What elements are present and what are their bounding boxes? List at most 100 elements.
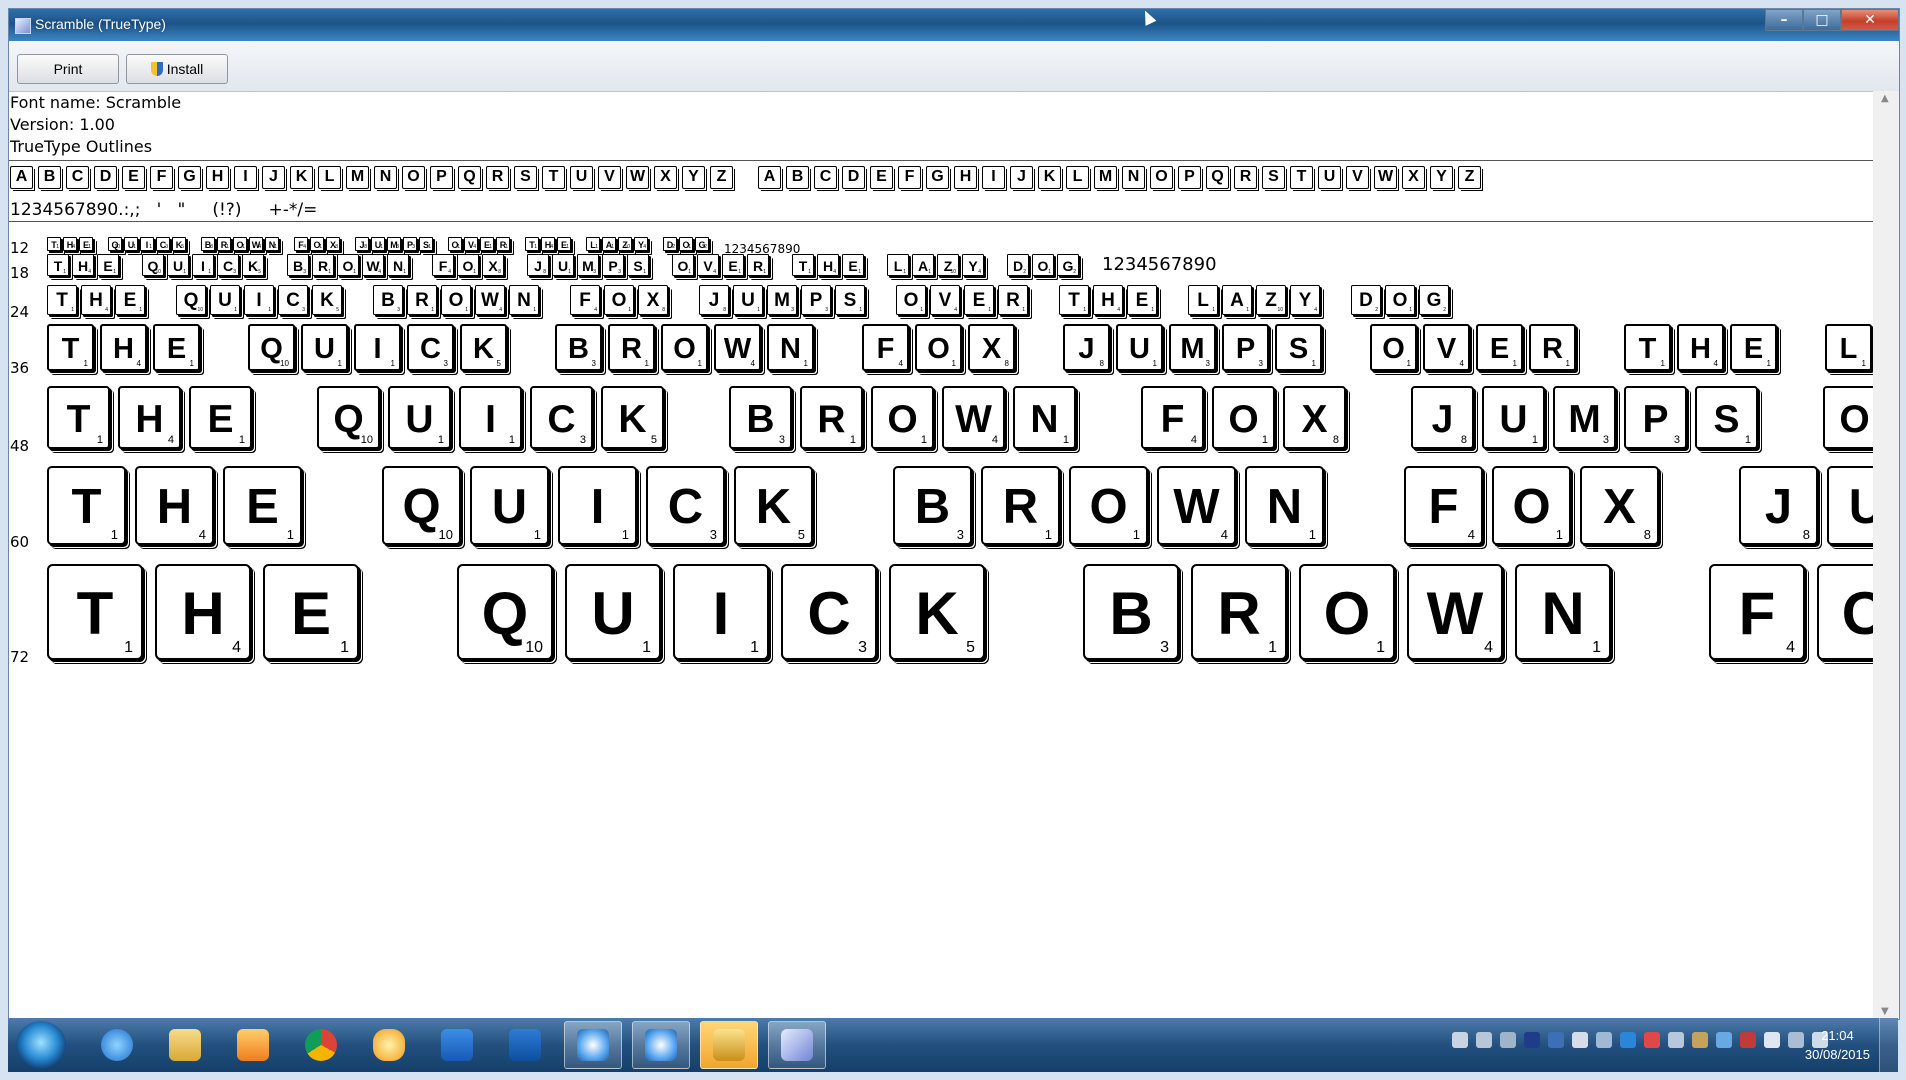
letter-points: 4 (72, 244, 75, 250)
letter-tile: F4 (862, 324, 909, 371)
tray-app-icon[interactable] (1524, 1032, 1540, 1048)
letter-points: 5 (966, 639, 975, 656)
size-label: 48 (10, 437, 30, 455)
letter-points: 1 (457, 244, 460, 250)
snowflake-app-taskbar-button[interactable] (564, 1021, 622, 1069)
letter-tile: O1 (448, 237, 462, 251)
glyph-tile: X (654, 166, 679, 191)
letter-tile: R1 (998, 285, 1028, 315)
letter-tile: K5 (460, 324, 507, 371)
letter-tile: U1 (1827, 466, 1873, 545)
photo-app-taskbar-button[interactable] (360, 1021, 418, 1069)
letter-points: 1 (274, 244, 277, 250)
letter-points: 3 (1160, 639, 1169, 656)
explorer-taskbar-button[interactable] (156, 1021, 214, 1069)
size-label: 36 (10, 359, 30, 377)
scroll-up-arrow-icon[interactable]: ▲ (1881, 93, 1889, 104)
letter-tile: W4 (942, 386, 1005, 449)
letter-points: 3 (1258, 359, 1263, 368)
letter-tile: R1 (1529, 324, 1576, 371)
letter-tile: U1 (470, 466, 549, 545)
letter-tile: W4 (1157, 466, 1236, 545)
letter-tile: B3 (287, 254, 309, 276)
letter-tile: U1 (733, 285, 763, 315)
letter-points: 1 (595, 244, 598, 250)
letter-tile: W4 (1407, 564, 1503, 660)
letter-tile: I1 (673, 564, 769, 660)
letter-tile: L1 (887, 254, 909, 276)
tray-app-icon[interactable] (1692, 1032, 1708, 1048)
letter-tile: B3 (729, 386, 792, 449)
letter-tile: B3 (555, 324, 602, 371)
letter-tile: E1 (1127, 285, 1157, 315)
alphabet-preview: ABCDEFGHIJKLMNOPQRSTUVWXYZABCDEFGHIJKLMN… (10, 166, 1486, 191)
close-button[interactable]: ✕ (1841, 9, 1899, 31)
tray-app-icon[interactable] (1596, 1032, 1612, 1048)
chrome-taskbar-button[interactable] (292, 1021, 350, 1069)
letter-tile: N1 (509, 285, 539, 315)
letter-tile: Y4 (1290, 285, 1320, 315)
letter-tile: W4 (475, 285, 505, 315)
archive-app-taskbar-button[interactable] (700, 1021, 758, 1069)
minimize-button[interactable]: – (1765, 9, 1803, 31)
tray-app-icon[interactable] (1452, 1032, 1468, 1048)
tray-app-icon[interactable] (1764, 1032, 1780, 1048)
tray-signal-icon[interactable] (1788, 1032, 1804, 1048)
charset-preview: 1234567890.:,; ' " (!?) +-*/= (10, 200, 318, 220)
letter-tile: U1 (1482, 386, 1545, 449)
letter-points: 1 (88, 244, 91, 250)
letter-points: 3 (593, 269, 596, 275)
media-player-taskbar-button[interactable] (224, 1021, 282, 1069)
tray-app-icon[interactable] (1620, 1032, 1636, 1048)
maximize-button[interactable]: □ (1803, 9, 1841, 31)
letter-tile: R1 (496, 237, 510, 251)
letter-tile: F4 (432, 254, 454, 276)
folder-icon (169, 1029, 201, 1061)
letter-tile: U1 (124, 237, 138, 251)
letter-tile: T1 (47, 324, 94, 371)
letter-points: 1 (688, 269, 691, 275)
print-button[interactable]: Print (17, 54, 119, 84)
letter-tile: P3 (1222, 324, 1269, 371)
tray-bluetooth-icon[interactable] (1548, 1032, 1564, 1048)
letter-points: 4 (713, 269, 716, 275)
letter-tile: S1 (419, 237, 433, 251)
tray-app-icon[interactable] (1572, 1032, 1588, 1048)
letter-points: 1 (928, 269, 931, 275)
letter-points: 1 (621, 527, 629, 542)
letter-points: 1 (1766, 359, 1771, 368)
show-desktop-button[interactable] (1879, 1018, 1898, 1072)
glyph-tile: X (1402, 166, 1427, 191)
letter-points: 3 (956, 527, 964, 542)
install-button[interactable]: Install (126, 54, 228, 84)
letter-points: 1 (83, 359, 88, 368)
letter-points: 1 (643, 269, 646, 275)
tray-wifi-icon[interactable] (1500, 1032, 1516, 1048)
font-viewer-taskbar-button[interactable] (768, 1021, 826, 1069)
internet-explorer-taskbar-button[interactable] (88, 1021, 146, 1069)
letter-points: 1 (124, 639, 133, 656)
outlook-taskbar-button[interactable] (496, 1021, 554, 1069)
snowflake-app-2-taskbar-button[interactable] (632, 1021, 690, 1069)
scroll-down-arrow-icon[interactable]: ▼ (1881, 1006, 1889, 1017)
letter-tile: Z 10 (1256, 285, 1286, 315)
letter-points: 2 (1073, 269, 1076, 275)
tray-network-icon[interactable] (1476, 1032, 1492, 1048)
taskbar-clock[interactable]: 21:04 30/08/2015 (1805, 1026, 1870, 1064)
letter-tile: H4 (1677, 324, 1724, 371)
letter-points: 2 (672, 244, 675, 250)
lync-taskbar-button[interactable] (428, 1021, 486, 1069)
letter-points: 3 (210, 244, 213, 250)
glyph-tile: Y (1430, 166, 1455, 191)
letter-tile: H4 (118, 386, 181, 449)
tray-app-icon[interactable] (1716, 1032, 1732, 1048)
vertical-scrollbar[interactable]: ▲ ▼ (1873, 91, 1899, 1019)
start-button[interactable] (16, 1021, 66, 1069)
letter-tile: K5 (734, 466, 813, 545)
glyph-tile: E (122, 166, 147, 191)
tray-app-icon[interactable] (1668, 1032, 1684, 1048)
tray-app-icon[interactable] (1644, 1032, 1660, 1048)
title-bar[interactable]: Scramble (TrueType) – □ ✕ (9, 9, 1899, 41)
tray-shield-icon[interactable] (1740, 1032, 1756, 1048)
letter-tile: O1 (1492, 466, 1571, 545)
